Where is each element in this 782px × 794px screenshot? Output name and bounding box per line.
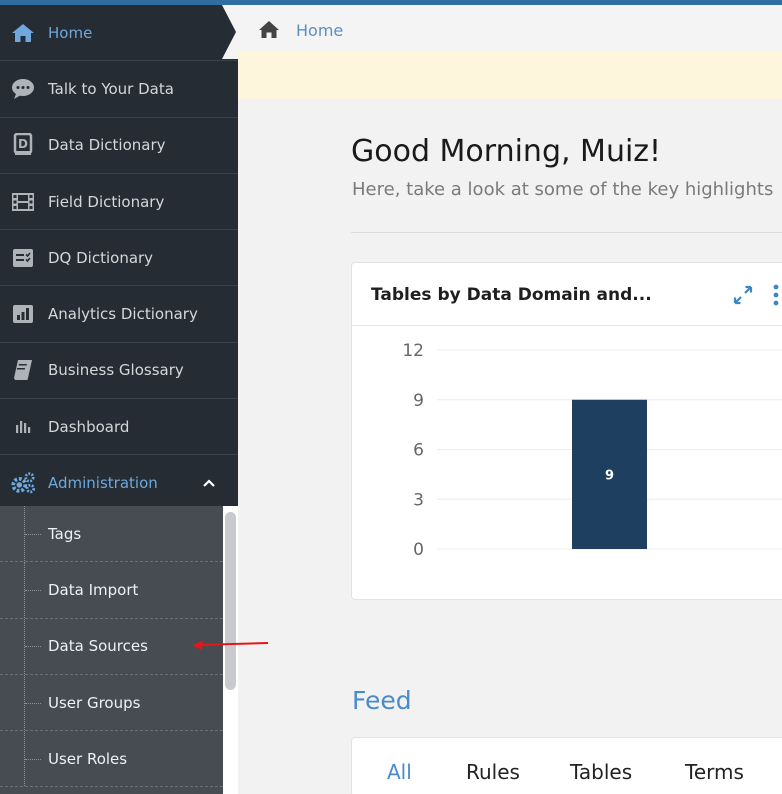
annotation-arrow: [192, 640, 269, 650]
feed-tab-rules[interactable]: Rules: [466, 760, 520, 784]
tree-branch: [25, 702, 41, 704]
tree-branch: [25, 589, 41, 591]
sidebar-item-dq-dictionary[interactable]: DQ Dictionary: [0, 230, 238, 287]
sidebar-item-label: Data Dictionary: [48, 136, 166, 155]
sidebar-subitem-label: User Groups: [48, 693, 141, 712]
y-tick-label: 9: [413, 391, 424, 411]
sidebar-item-label: Business Glossary: [48, 361, 184, 380]
sidebar-item-business-glossary[interactable]: Business Glossary: [0, 343, 238, 400]
sidebar-subitem-data-import[interactable]: Data Import: [0, 562, 223, 619]
svg-text:D: D: [18, 137, 28, 151]
bar-chart-icon: [10, 301, 36, 327]
checklist-icon: [10, 245, 36, 271]
sidebar-item-label: Home: [48, 23, 93, 42]
sidebar-item-talk-to-your-data[interactable]: Talk to Your Data: [0, 61, 238, 118]
breadcrumb-home-link[interactable]: Home: [296, 21, 343, 40]
chart-card: Tables by Data Domain and... 0 3 6 9 12 9: [351, 262, 782, 600]
gears-icon: [10, 470, 36, 496]
sidebar-item-home[interactable]: Home: [0, 5, 238, 62]
y-tick-label: 6: [413, 441, 424, 461]
feed-tab-all[interactable]: All: [387, 760, 412, 784]
bar-data-label: 9: [605, 468, 614, 483]
chat-icon: [10, 76, 36, 102]
sidebar-item-label: Analytics Dictionary: [48, 305, 198, 324]
sidebar-item-analytics-dictionary[interactable]: Analytics Dictionary: [0, 286, 238, 343]
sidebar-subitem-label: Data Sources: [48, 637, 148, 656]
bar-chart: 0 3 6 9 12 9: [402, 341, 782, 560]
y-tick-label: 12: [402, 341, 424, 361]
sidebar-subitem-user-groups[interactable]: User Groups: [0, 674, 223, 732]
tree-branch: [25, 533, 41, 535]
y-tick-label: 0: [413, 540, 424, 560]
sidebar-item-dashboard[interactable]: Dashboard: [0, 399, 238, 456]
active-item-notch: [222, 5, 238, 59]
tree-branch: [25, 758, 41, 760]
home-icon: [10, 20, 36, 46]
film-icon: [10, 189, 36, 215]
y-tick-label: 3: [413, 490, 424, 510]
page-title: Good Morning, Muiz!: [351, 134, 662, 169]
sidebar-subitem-label: Data Import: [48, 580, 139, 599]
kebab-menu-icon[interactable]: [772, 283, 780, 307]
sidebar-item-label: DQ Dictionary: [48, 248, 154, 267]
sidebar-item-field-dictionary[interactable]: Field Dictionary: [0, 174, 238, 231]
chevron-up-icon[interactable]: [200, 474, 218, 492]
sidebar-item-label: Talk to Your Data: [48, 79, 174, 98]
sidebar-subitem-label: Tags: [48, 524, 82, 543]
divider: [351, 232, 782, 233]
submenu-scrollbar-thumb[interactable]: [225, 512, 236, 690]
tree-branch: [25, 646, 41, 648]
notice-banner: [238, 52, 782, 99]
home-icon[interactable]: [258, 20, 280, 42]
chart-card-title: Tables by Data Domain and...: [371, 285, 652, 305]
book-d-icon: D: [10, 132, 36, 158]
feed-tab-terms[interactable]: Terms: [685, 760, 744, 784]
feed-title: Feed: [352, 686, 412, 715]
feed-tabs: All Rules Tables Terms: [351, 737, 782, 794]
expand-icon[interactable]: [732, 284, 754, 306]
sidebar-subitem-user-roles[interactable]: User Roles: [0, 731, 223, 788]
dashboard-icon: [10, 414, 36, 440]
feed-tab-tables[interactable]: Tables: [570, 760, 632, 784]
sidebar-item-administration[interactable]: Administration: [0, 455, 238, 512]
sidebar-subitem-label: User Roles: [48, 749, 128, 768]
sidebar-subitem-tags[interactable]: Tags: [0, 506, 223, 563]
sidebar-item-label: Dashboard: [48, 417, 130, 436]
chart-card-header: Tables by Data Domain and...: [352, 263, 782, 326]
sidebar-item-label: Field Dictionary: [48, 192, 165, 211]
glossary-book-icon: [10, 357, 36, 383]
sidebar-item-label: Administration: [48, 474, 158, 493]
page-subtitle: Here, take a look at some of the key hig…: [352, 179, 774, 200]
sidebar-item-data-dictionary[interactable]: D Data Dictionary: [0, 118, 238, 174]
